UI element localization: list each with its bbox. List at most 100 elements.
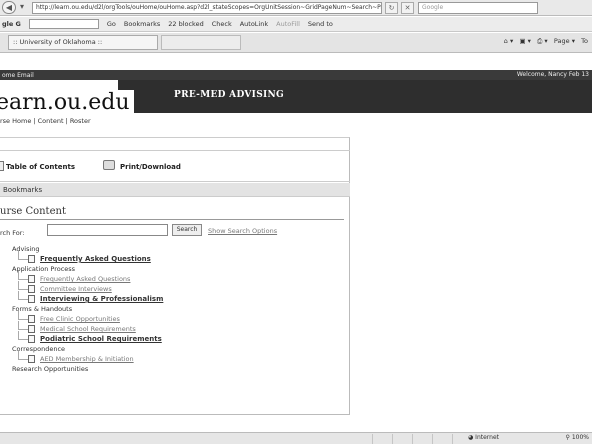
tree-connector	[18, 251, 19, 259]
tree-item[interactable]: Interviewing & Professionalism	[0, 291, 348, 304]
bookmarks-button[interactable]: Bookmarks	[124, 20, 160, 28]
tree-connector	[18, 299, 28, 300]
document-icon	[28, 355, 35, 363]
document-icon	[28, 285, 35, 293]
stop-icon[interactable]: ✕	[401, 1, 414, 14]
autolink-button[interactable]: AutoLink	[240, 20, 268, 28]
tree-connector	[18, 351, 19, 359]
content-tree: Advising Frequently Asked Questions Applic…	[0, 244, 348, 374]
status-cell	[372, 434, 373, 444]
status-bar: ◕ Internet ⚲ 100%	[0, 432, 592, 444]
status-cell	[392, 434, 393, 444]
tree-connector	[18, 271, 19, 279]
printer-icon	[103, 160, 115, 170]
tree-connector	[18, 279, 28, 280]
tree-item-label[interactable]: Frequently Asked Questions	[40, 275, 130, 283]
document-icon	[28, 325, 35, 333]
bookmarks-bar[interactable]: Bookmarks	[0, 183, 350, 197]
internet-label: Internet	[475, 434, 499, 441]
tree-item-label[interactable]: Frequently Asked Questions	[40, 255, 151, 263]
tree-connector	[18, 289, 28, 290]
document-icon	[28, 275, 35, 283]
send-to-button[interactable]: Send to	[308, 20, 333, 28]
tree-connector	[18, 281, 19, 289]
content-search-input[interactable]	[47, 224, 168, 236]
tree-item[interactable]: Podiatric School Requirements	[0, 331, 348, 344]
tree-item-label[interactable]: AED Membership & Initiation	[40, 355, 134, 363]
zoom-icon: ⚲	[565, 434, 570, 441]
address-bar: ◀ ▾ http://learn.ou.edu/d2l/orgTools/ouH…	[0, 0, 592, 16]
document-icon	[28, 335, 35, 343]
top-nav-links[interactable]: ome Email	[2, 72, 34, 79]
autofill-button[interactable]: AutoFill	[276, 20, 300, 28]
tree-item[interactable]: Frequently Asked Questions	[0, 251, 348, 264]
google-toolbar: gle G Go Bookmarks 22 blocked Check Auto…	[0, 17, 592, 32]
page-menu[interactable]: Page	[554, 37, 570, 45]
show-search-options-link[interactable]: Show Search Options	[208, 227, 277, 235]
tree-connector	[18, 311, 19, 319]
tree-item-label: Application Process	[12, 265, 76, 273]
print-icon[interactable]: ⎙	[537, 37, 542, 45]
tree-connector	[18, 339, 28, 340]
tree-item[interactable]: Medical School Requirements	[0, 321, 348, 334]
new-tab[interactable]	[161, 35, 241, 50]
tree-item[interactable]: Committee Interviews	[0, 281, 348, 294]
tree-item[interactable]: Frequently Asked Questions	[0, 271, 348, 284]
status-cell	[432, 434, 433, 444]
toc-link[interactable]: Table of Contents	[6, 163, 75, 171]
globe-icon: ◕	[468, 434, 474, 441]
toc-icon	[0, 161, 4, 171]
status-cell	[412, 434, 413, 444]
tree-connector	[18, 259, 28, 260]
url-input[interactable]: http://learn.ou.edu/d2l/orgTools/ouHome/…	[32, 1, 382, 14]
search-button[interactable]: Search	[172, 224, 202, 236]
tree-item[interactable]: AED Membership & Initiation	[0, 351, 348, 364]
blocked-popups[interactable]: 22 blocked	[168, 20, 203, 28]
search-input[interactable]: Google	[418, 1, 538, 14]
site-title: earn.ou.edu	[0, 90, 134, 118]
tools-menu[interactable]: To	[581, 37, 588, 45]
tree-connector	[18, 319, 28, 320]
tree-item-label[interactable]: Medical School Requirements	[40, 325, 136, 333]
zoom-level[interactable]: ⚲ 100%	[566, 434, 589, 441]
document-icon	[28, 295, 35, 303]
tree-folder: Application Process	[0, 264, 348, 274]
go-button[interactable]: Go	[107, 20, 116, 28]
dropdown-icon[interactable]: ▾	[18, 1, 26, 14]
tree-item-label[interactable]: Interviewing & Professionalism	[40, 295, 163, 303]
status-cell	[452, 434, 453, 444]
google-search-input[interactable]	[28, 19, 99, 29]
tab-university[interactable]: :: University of Oklahoma ::	[8, 35, 158, 50]
tree-item-label[interactable]: Free Clinic Opportunities	[40, 315, 120, 323]
tree-connector	[18, 291, 19, 299]
tree-connector	[18, 359, 28, 360]
heading-divider	[0, 219, 344, 220]
tree-item-label[interactable]: Committee Interviews	[40, 285, 112, 293]
tree-folder: Correspondence	[0, 344, 348, 354]
breadcrumb[interactable]: rse Home | Content | Roster	[0, 117, 91, 125]
print-download-link[interactable]: Print/Download	[120, 163, 181, 171]
tab-row: :: University of Oklahoma :: ⌂ ▾ ▣ ▾ ⎙ ▾…	[0, 33, 592, 53]
document-icon	[28, 315, 35, 323]
top-nav: ome Email Welcome, Nancy Feb 13	[0, 70, 592, 80]
tree-item-label: Correspondence	[12, 345, 66, 353]
tree-item[interactable]: Free Clinic Opportunities	[0, 311, 348, 324]
feeds-icon[interactable]: ▣	[519, 37, 525, 45]
tree-connector	[18, 329, 28, 330]
ie-tools: ⌂ ▾ ▣ ▾ ⎙ ▾ Page ▾ To	[503, 37, 588, 45]
search-label: rch For:	[0, 229, 25, 237]
course-content-heading: urse Content	[0, 206, 66, 217]
tree-item-label[interactable]: Podiatric School Requirements	[40, 335, 162, 343]
zoom-label: 100%	[571, 434, 589, 441]
tree-item-label: Advising	[12, 245, 40, 253]
check-button[interactable]: Check	[212, 20, 232, 28]
tree-folder: Advising	[0, 244, 348, 254]
internet-zone: ◕ Internet	[468, 434, 499, 441]
tree-folder: Forms & Handouts	[0, 304, 348, 314]
home-icon[interactable]: ⌂	[504, 37, 508, 45]
tree-item-label: Research Opportunities	[12, 365, 89, 373]
tree-folder: Research Opportunities	[0, 364, 348, 374]
tree-connector	[18, 321, 19, 329]
back-icon[interactable]: ◀	[2, 1, 16, 14]
refresh-icon[interactable]: ↻	[385, 1, 398, 14]
